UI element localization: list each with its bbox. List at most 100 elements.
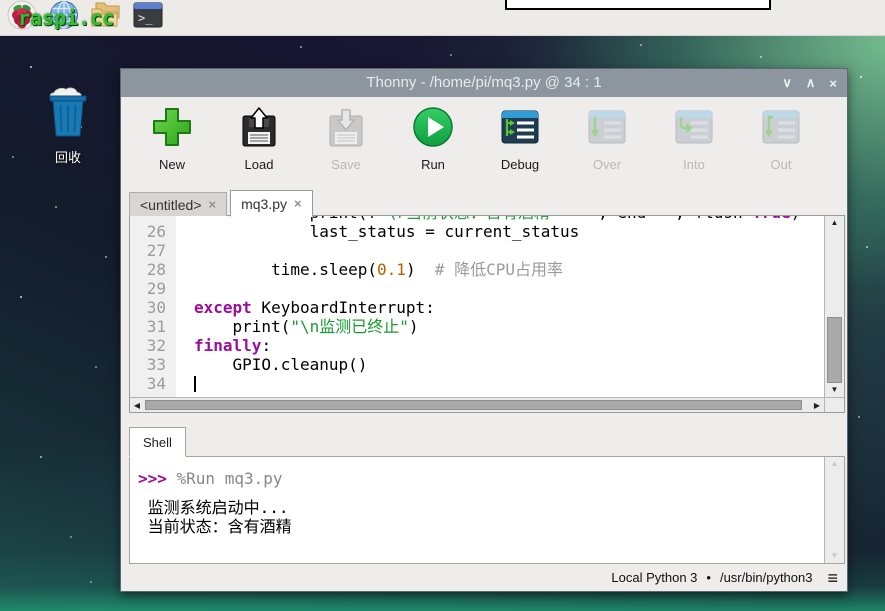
step-into-button[interactable]: Into (657, 105, 731, 189)
editor-line: 33 GPIO.cleanup() (130, 355, 824, 374)
editor-line: 32finally: (130, 336, 824, 355)
scroll-up-icon[interactable]: ▲ (825, 216, 844, 230)
window-title: Thonny - /home/pi/mq3.py @ 34 : 1 (121, 69, 847, 97)
maximize-icon[interactable]: ∧ (806, 75, 816, 91)
debug-label: Debug (501, 157, 539, 172)
run-icon (411, 105, 455, 154)
taskbar-outline-box (505, 0, 771, 10)
minimize-icon[interactable]: ∨ (782, 75, 792, 91)
scrollbar-corner (824, 397, 844, 412)
line-number: 29 (130, 279, 176, 298)
line-number: 27 (130, 241, 176, 260)
text-cursor (194, 376, 196, 392)
scroll-right-icon[interactable]: ▶ (810, 398, 824, 412)
trash-desktop-icon[interactable]: 回收 (38, 84, 98, 166)
tab-untitled-label: <untitled> (140, 197, 202, 213)
editor-line: 29 (130, 279, 824, 298)
editor-lines: print(f"\r当前状态：含有酒精 ", end="", flush=Tru… (130, 216, 824, 393)
folder-icon (91, 2, 121, 33)
toolbar: New Load (121, 97, 847, 189)
editor-line: 26 last_status = current_status (130, 222, 824, 241)
raspberry-pi-icon (7, 0, 37, 35)
starfield (0, 36, 2, 38)
step-out-button[interactable]: Out (744, 105, 818, 189)
window-controls: ∨ ∧ × (782, 69, 837, 97)
load-file-icon (237, 105, 281, 154)
terminal-button[interactable]: >_ (132, 2, 164, 34)
code-text[interactable] (176, 374, 196, 393)
shell-spacer (138, 488, 824, 498)
scroll-down-icon[interactable]: ▼ (825, 383, 844, 397)
shell-panel[interactable]: >>> %Run mq3.py 监测系统启动中... 当前状态：含有酒精 ▲ ▼ (129, 456, 845, 564)
thonny-window: Thonny - /home/pi/mq3.py @ 34 : 1 ∨ ∧ × … (120, 68, 848, 592)
editor-line: 31 print("\n监测已终止") (130, 317, 824, 336)
file-manager-button[interactable] (90, 2, 122, 34)
run-button[interactable]: Run (396, 105, 470, 189)
window-titlebar[interactable]: Thonny - /home/pi/mq3.py @ 34 : 1 ∨ ∧ × (121, 69, 847, 97)
code-text[interactable] (176, 279, 194, 298)
debug-button[interactable]: Debug (483, 105, 557, 189)
debug-icon (498, 105, 542, 154)
globe-icon (49, 0, 79, 35)
scroll-left-icon[interactable]: ◀ (130, 398, 144, 412)
tab-shell[interactable]: Shell (129, 427, 186, 457)
terminal-icon: >_ (133, 2, 163, 33)
line-number: 32 (130, 336, 176, 355)
browser-button[interactable] (48, 2, 80, 34)
interpreter-name[interactable]: Local Python 3 (611, 570, 697, 585)
save-button[interactable]: Save (309, 105, 383, 189)
close-icon[interactable]: × (829, 76, 837, 91)
code-viewport[interactable]: print(f"\r当前状态：含有酒精 ", end="", flush=Tru… (130, 216, 824, 397)
step-over-button[interactable]: Over (570, 105, 644, 189)
scroll-down-icon[interactable]: ▼ (825, 549, 844, 563)
load-label: Load (245, 157, 274, 172)
svg-text:>_: >_ (138, 11, 153, 25)
tab-close-icon[interactable]: × (294, 196, 302, 211)
load-button[interactable]: Load (222, 105, 296, 189)
desktop: >_ raspi.cc 回收 Thonny - /home/pi/m (0, 0, 885, 611)
step-into-label: Into (683, 157, 705, 172)
step-over-icon (585, 105, 629, 154)
editor-vertical-scrollbar[interactable]: ▲ ▼ (824, 216, 844, 397)
code-text[interactable]: print("\n监测已终止") (176, 317, 419, 336)
horizontal-scroll-thumb[interactable] (145, 400, 802, 410)
code-text[interactable]: last_status = current_status (176, 222, 579, 241)
editor-line: 28 time.sleep(0.1) # 降低CPU占用率 (130, 260, 824, 279)
run-label: Run (421, 157, 445, 172)
tab-close-icon[interactable]: × (209, 197, 217, 212)
code-text[interactable]: except KeyboardInterrupt: (176, 298, 435, 317)
line-number: 34 (130, 374, 176, 393)
code-editor[interactable]: print(f"\r当前状态：含有酒精 ", end="", flush=Tru… (129, 215, 845, 413)
trash-can-icon (42, 127, 94, 144)
pi-menu-button[interactable] (6, 2, 38, 34)
shell-line: 当前状态：含有酒精 (138, 517, 824, 536)
editor-line: 30except KeyboardInterrupt: (130, 298, 824, 317)
new-button[interactable]: New (135, 105, 209, 189)
step-out-icon (759, 105, 803, 154)
new-label: New (159, 157, 185, 172)
code-text[interactable]: GPIO.cleanup() (176, 355, 367, 374)
code-text[interactable] (176, 241, 194, 260)
interpreter-path[interactable]: /usr/bin/python3 (720, 570, 813, 585)
line-number: 33 (130, 355, 176, 374)
code-text[interactable]: finally: (176, 336, 271, 355)
hamburger-menu-icon[interactable]: ≡ (827, 569, 838, 587)
shell-vertical-scrollbar[interactable]: ▲ ▼ (824, 457, 844, 563)
editor-horizontal-scrollbar[interactable]: ◀ ▶ (130, 397, 824, 412)
tab-untitled[interactable]: <untitled> × (129, 192, 227, 216)
shell-line: >>> %Run mq3.py (138, 469, 824, 488)
shell-line: 监测系统启动中... (138, 498, 824, 517)
editor-tabbar: <untitled> × mq3.py × (129, 189, 845, 216)
trash-label: 回收 (38, 147, 98, 166)
new-file-icon (150, 105, 194, 154)
tab-mq3[interactable]: mq3.py × (230, 190, 313, 217)
step-out-label: Out (771, 157, 792, 172)
save-label: Save (331, 157, 361, 172)
line-number: 28 (130, 260, 176, 279)
scroll-up-icon[interactable]: ▲ (825, 457, 844, 471)
statusbar-bullet: • (706, 570, 711, 585)
line-number: 31 (130, 317, 176, 336)
tab-mq3-label: mq3.py (241, 196, 287, 212)
vertical-scroll-thumb[interactable] (827, 317, 842, 382)
code-text[interactable]: time.sleep(0.1) # 降低CPU占用率 (176, 260, 563, 279)
